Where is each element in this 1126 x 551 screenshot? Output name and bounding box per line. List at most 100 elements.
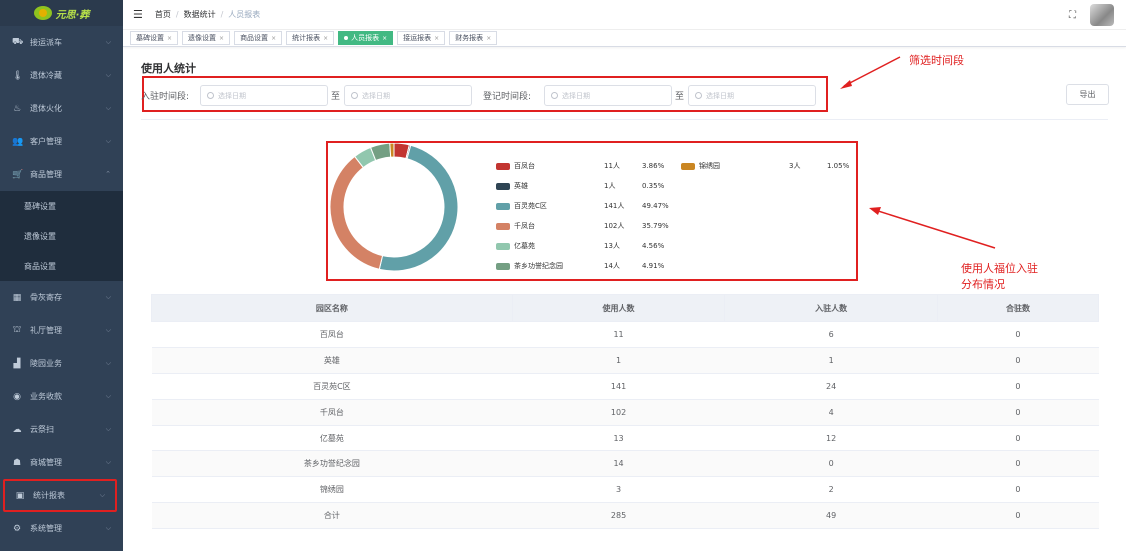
table-row[interactable]: 合计 285 49 0: [151, 502, 1099, 530]
close-icon[interactable]: ×: [167, 35, 172, 42]
tab-finance-report[interactable]: 财务报表 ×: [449, 31, 498, 45]
tab-personnel-report[interactable]: 人员报表 ×: [338, 31, 394, 45]
sidebar-item-customers[interactable]: 👥 客户管理 ⌵: [0, 125, 123, 158]
sidebar-item-shop[interactable]: ☗ 商城管理 ⌵: [0, 446, 123, 479]
checkin-end-date[interactable]: 选择日期: [344, 85, 472, 106]
tab-label: 人员报表: [351, 34, 380, 42]
register-start-date[interactable]: 选择日期: [544, 85, 672, 106]
sidebar-item-label: 陵园业务: [30, 359, 62, 368]
sidebar: 元思·葬 ⛟ 接运派车 ⌵ 🌡 遗体冷藏 ⌵ ♨ 遗体火化 ⌵ 👥 客户管理 ⌵ 🛒 商品管理 ⌃ …: [0, 0, 123, 551]
legend-item[interactable]: 锦绣园 3人 1.05%: [681, 161, 849, 171]
chevron-down-icon: ⌵: [105, 293, 111, 301]
tab-goods[interactable]: 商品设置 ×: [234, 31, 283, 45]
table-cell: 百凤台: [151, 321, 513, 348]
sidebar-item-cremation[interactable]: ♨ 遗体火化 ⌵: [0, 92, 123, 125]
legend-item[interactable]: 茶乡功誉纪念园 14人 4.91%: [496, 261, 664, 271]
tab-label: 遗像设置: [188, 34, 217, 42]
close-icon[interactable]: ×: [323, 35, 328, 42]
distribution-chart: 百凤台 11人 3.86% 英雄 1人 0.35% 百灵苑C区 141人 49.47% 千凤台 10…: [326, 141, 858, 281]
divider: [141, 119, 1108, 120]
table-row[interactable]: 百凤台 11 6 0: [151, 321, 1099, 348]
chevron-down-icon: ⌵: [105, 137, 111, 145]
close-icon[interactable]: ×: [271, 35, 276, 42]
close-icon[interactable]: ×: [219, 35, 224, 42]
chevron-down-icon: ⌵: [105, 38, 111, 46]
sidebar-item-cold-storage[interactable]: 🌡 遗体冷藏 ⌵: [0, 59, 123, 92]
table-cell: 24: [724, 373, 938, 400]
sidebar-item-hall[interactable]: ⛫ 礼厅管理 ⌵: [0, 314, 123, 347]
sidebar-item-label: 遗像设置: [24, 231, 56, 241]
table-row[interactable]: 锦绣园 3 2 0: [151, 476, 1099, 504]
sidebar-item-ash-storage[interactable]: ▦ 骨灰寄存 ⌵: [0, 281, 123, 314]
sidebar-subitem-tombstone[interactable]: 墓碑设置: [0, 191, 123, 221]
legend-item[interactable]: 百灵苑C区 141人 49.47%: [496, 201, 669, 211]
main-content: 使用人统计 入驻时间段: 选择日期 至 选择日期 登记时间段: 选择日期 至 选…: [123, 47, 1126, 551]
pie-slice[interactable]: [378, 144, 459, 272]
legend-item[interactable]: 亿墓苑 13人 4.56%: [496, 241, 664, 251]
register-end-date[interactable]: 选择日期: [688, 85, 816, 106]
close-icon[interactable]: ×: [382, 35, 387, 42]
tab-stats-report[interactable]: 统计报表 ×: [286, 31, 335, 45]
logo-text: 元思·葬: [55, 9, 90, 21]
tab-portrait[interactable]: 遗像设置 ×: [182, 31, 231, 45]
products-submenu: 墓碑设置 遗像设置 商品设置: [0, 191, 123, 281]
checkin-start-date[interactable]: 选择日期: [200, 85, 328, 106]
sidebar-item-label: 遗体冷藏: [30, 71, 62, 80]
col-header-joint[interactable]: 合驻数: [936, 294, 1100, 322]
legend-name: 千凤台: [514, 222, 535, 230]
col-header-users[interactable]: 使用人数: [511, 294, 726, 322]
filter-bar: 入驻时间段: 选择日期 至 选择日期 登记时间段: 选择日期 至 选择日期: [141, 76, 828, 112]
date-placeholder: 选择日期: [562, 91, 590, 100]
breadcrumb-home[interactable]: 首页: [155, 10, 171, 19]
table-row[interactable]: 茶乡功誉纪念园 14 0 0: [151, 450, 1099, 478]
col-header-checkins[interactable]: 入驻人数: [724, 294, 938, 322]
close-icon[interactable]: ×: [486, 35, 491, 42]
table-cell: 英雄: [151, 347, 513, 374]
table-row[interactable]: 英雄 1 1 0: [151, 347, 1099, 374]
sidebar-item-cloud[interactable]: ☁ 云祭扫 ⌵: [0, 413, 123, 446]
sidebar-item-label: 接运派车: [30, 38, 62, 47]
chevron-down-icon: ⌵: [105, 392, 111, 400]
legend-percent: 3.86%: [642, 162, 665, 170]
tab-label: 统计报表: [292, 34, 321, 42]
sidebar-item-reports[interactable]: ▣ 统计报表 ⌵: [3, 479, 117, 512]
legend-name: 茶乡功誉纪念园: [514, 262, 563, 270]
avatar[interactable]: [1090, 4, 1114, 26]
table-cell: 锦绣园: [151, 476, 513, 504]
tab-pickup-report[interactable]: 接运报表 ×: [397, 31, 446, 45]
legend-item[interactable]: 百凤台 11人 3.86%: [496, 161, 664, 171]
chevron-down-icon: ⌵: [105, 326, 111, 334]
breadcrumb: 首页 / 数据统计 / 人员报表: [155, 9, 260, 20]
clock-icon: [351, 92, 358, 99]
chevron-down-icon: ⌵: [105, 425, 111, 433]
date-placeholder: 选择日期: [362, 91, 390, 100]
table-row[interactable]: 亿墓苑 13 12 0: [151, 425, 1099, 452]
table-row[interactable]: 百灵苑C区 141 24 0: [151, 373, 1099, 400]
sidebar-subitem-goods[interactable]: 商品设置: [0, 251, 123, 281]
sidebar-subitem-portrait[interactable]: 遗像设置: [0, 221, 123, 251]
legend-count: 3人: [789, 162, 801, 170]
sidebar-item-payments[interactable]: ◉ 业务收款 ⌵: [0, 380, 123, 413]
breadcrumb-stats[interactable]: 数据统计: [184, 10, 216, 19]
sidebar-item-products[interactable]: 🛒 商品管理 ⌃: [0, 158, 123, 191]
header-actions: ⛶: [1069, 4, 1114, 26]
fullscreen-icon[interactable]: ⛶: [1069, 10, 1076, 21]
legend-item[interactable]: 英雄 1人 0.35%: [496, 181, 664, 191]
pie-slice[interactable]: [329, 155, 384, 270]
col-header-park[interactable]: 园区名称: [151, 294, 513, 322]
sidebar-item-pickup[interactable]: ⛟ 接运派车 ⌵: [0, 26, 123, 59]
sidebar-menu: ⛟ 接运派车 ⌵ 🌡 遗体冷藏 ⌵ ♨ 遗体火化 ⌵ 👥 客户管理 ⌵ 🛒 商品管理 ⌃: [0, 26, 123, 191]
pie-slice[interactable]: [389, 143, 395, 158]
app-logo[interactable]: 元思·葬: [0, 0, 123, 26]
sidebar-item-system[interactable]: ⚙ 系统管理 ⌵: [0, 512, 123, 545]
legend-item[interactable]: 千凤台 102人 35.79%: [496, 221, 669, 231]
table-row[interactable]: 千凤台 102 4 0: [151, 399, 1099, 426]
sidebar-item-label: 业务收款: [30, 392, 62, 401]
sidebar-item-cemetery[interactable]: ▟ 陵园业务 ⌵: [0, 347, 123, 380]
tab-label: 墓碑设置: [136, 34, 164, 42]
close-icon[interactable]: ×: [434, 35, 439, 42]
hamburger-icon[interactable]: ☰: [133, 8, 143, 21]
tab-tombstone[interactable]: 墓碑设置 ×: [130, 31, 179, 45]
users-icon: 👥: [12, 136, 24, 147]
export-button[interactable]: 导出: [1066, 84, 1109, 105]
